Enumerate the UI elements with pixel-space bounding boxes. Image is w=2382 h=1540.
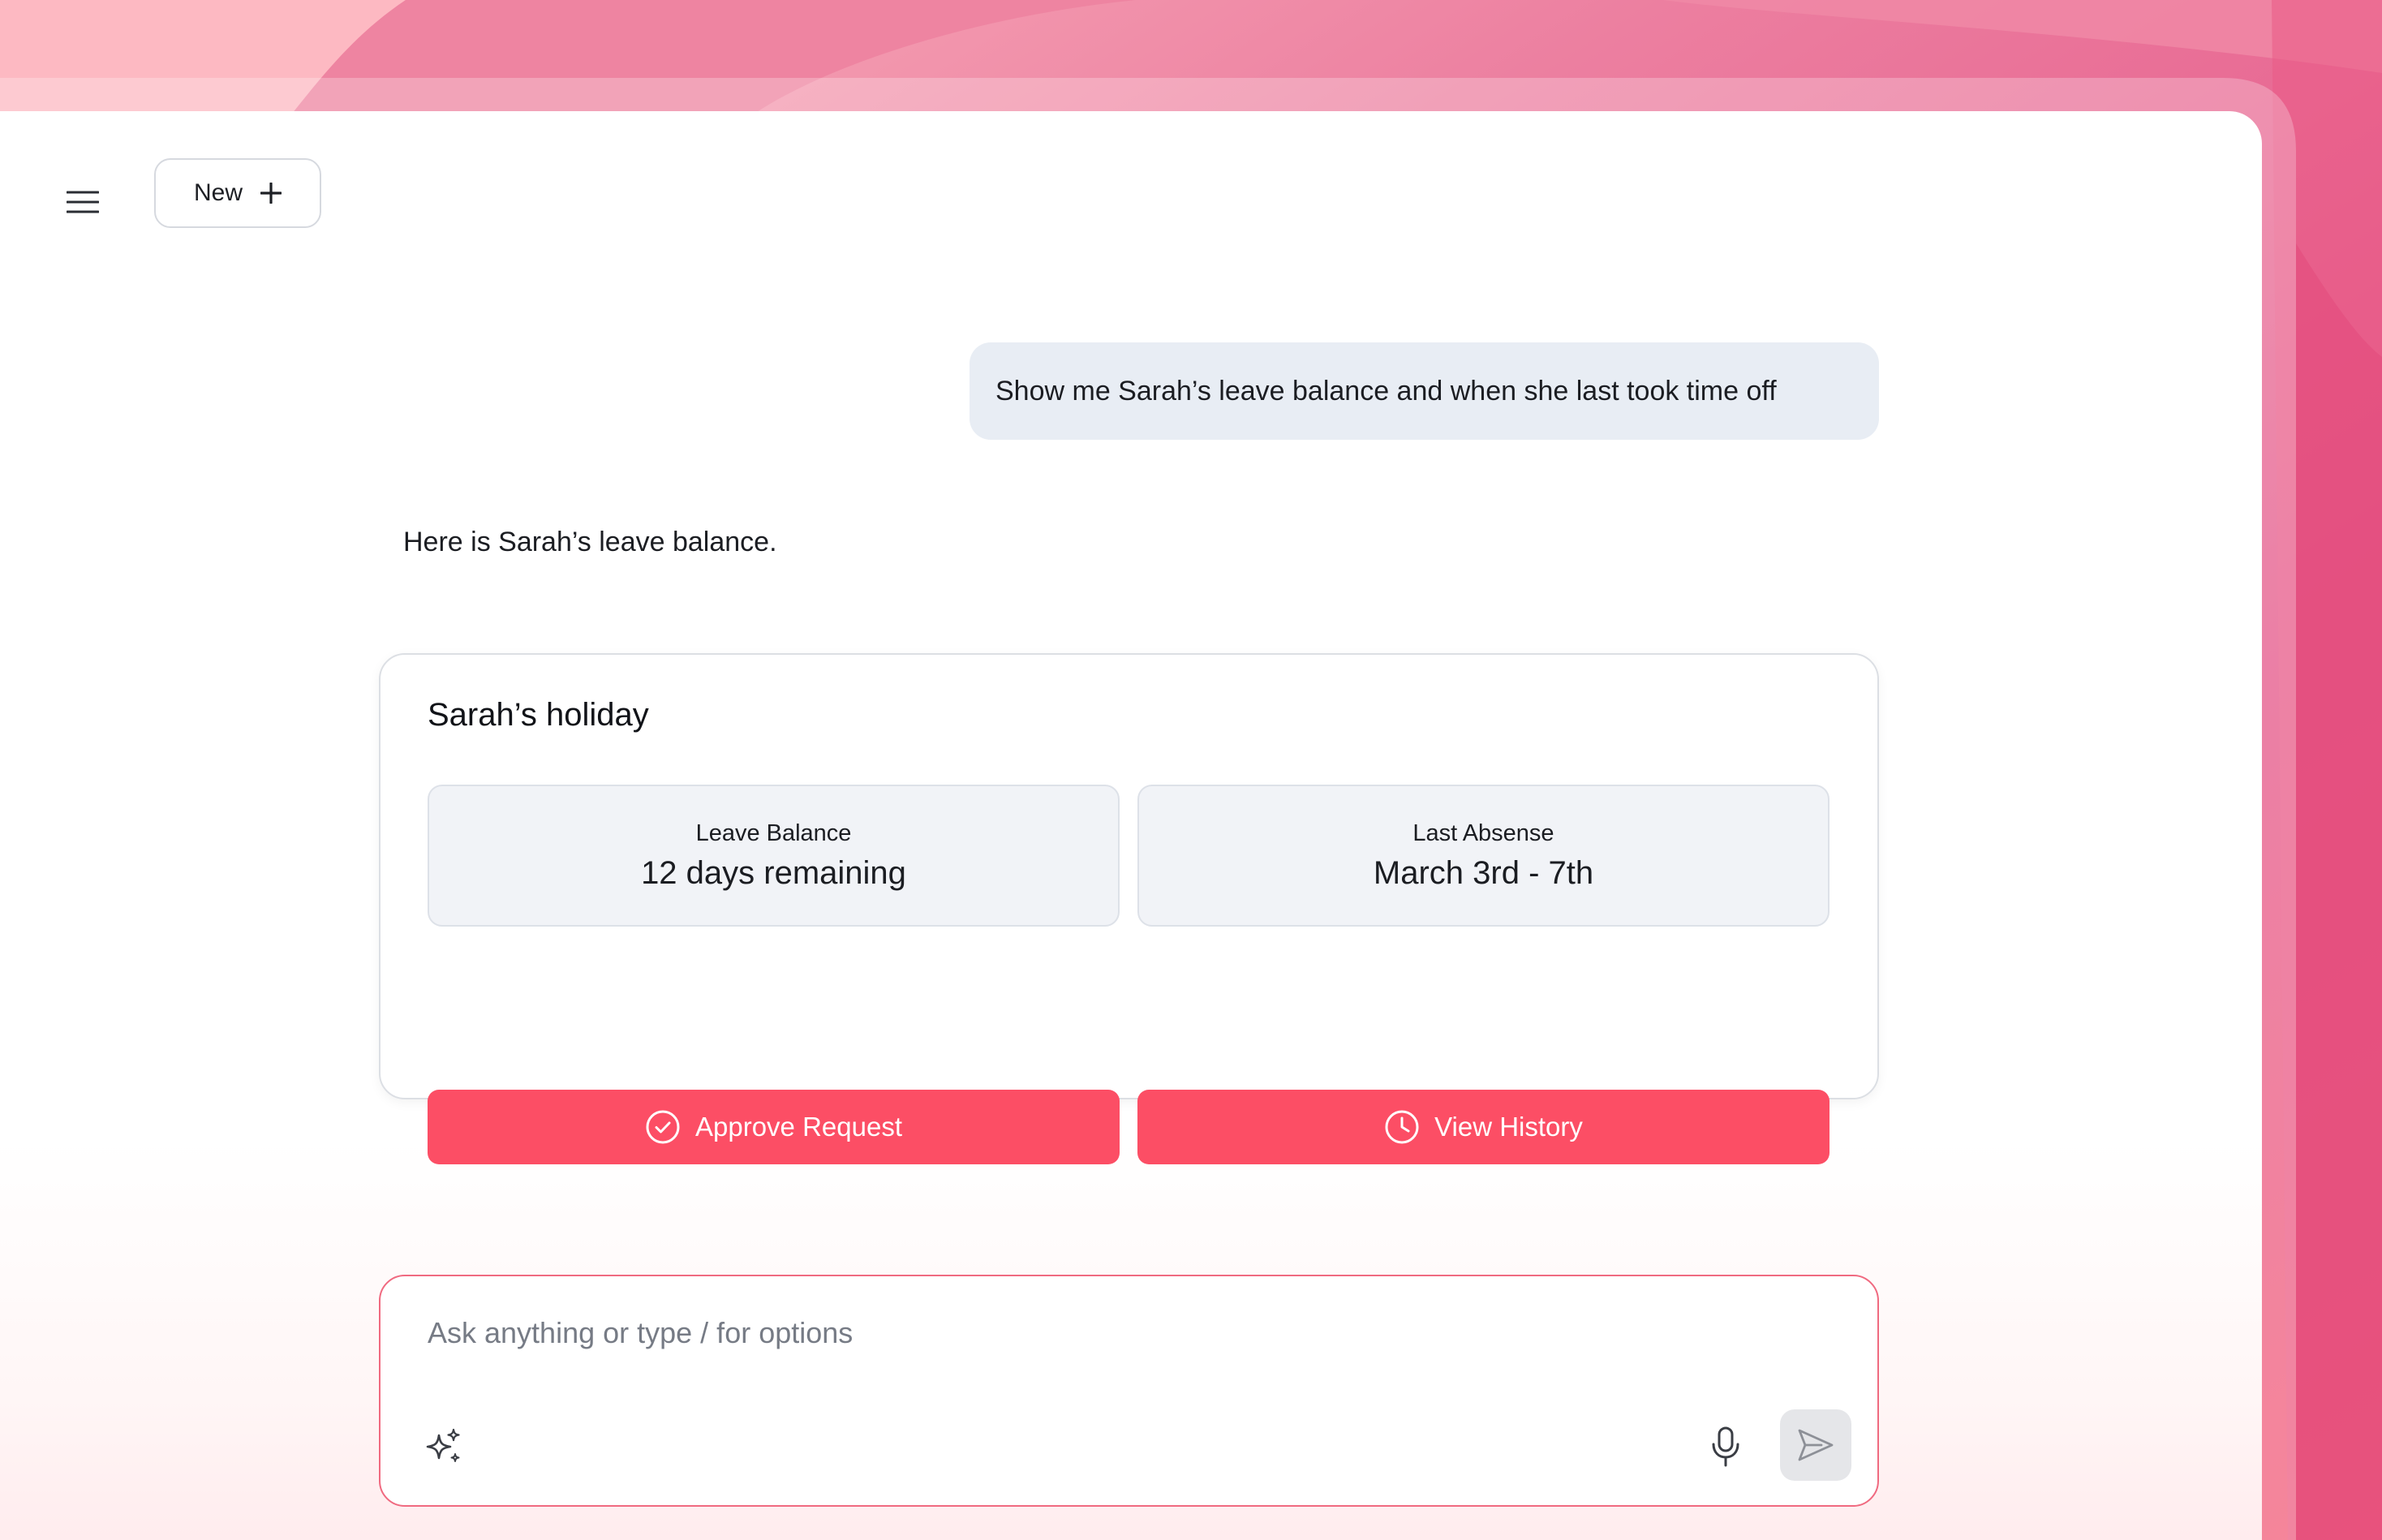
approve-request-label: Approve Request [695, 1112, 902, 1142]
message-input[interactable] [428, 1309, 1807, 1357]
holiday-card-title: Sarah’s holiday [428, 697, 649, 733]
last-absence-stat: Last Absense March 3rd - 7th [1137, 785, 1829, 927]
sparkle-icon [426, 1428, 460, 1462]
send-icon [1798, 1429, 1834, 1461]
view-history-button[interactable]: View History [1137, 1090, 1829, 1164]
view-history-label: View History [1434, 1112, 1583, 1142]
plus-icon [260, 183, 282, 204]
stat-value: March 3rd - 7th [1373, 854, 1594, 891]
stat-label: Leave Balance [695, 819, 852, 846]
assistant-message-text: Here is Sarah’s leave balance. [403, 527, 777, 557]
user-message-bubble: Show me Sarah’s leave balance and when s… [970, 342, 1879, 440]
stat-label: Last Absense [1412, 819, 1554, 846]
microphone-icon [1712, 1426, 1739, 1467]
hamburger-menu-icon [67, 191, 99, 213]
send-button[interactable] [1780, 1409, 1851, 1481]
new-button-label: New [193, 179, 243, 206]
ai-options-button[interactable] [421, 1424, 467, 1469]
check-circle-icon [646, 1110, 680, 1144]
approve-request-button[interactable]: Approve Request [428, 1090, 1120, 1164]
voice-input-button[interactable] [1703, 1424, 1748, 1469]
clock-icon [1385, 1110, 1419, 1144]
leave-balance-stat: Leave Balance 12 days remaining [428, 785, 1120, 927]
holiday-card: Sarah’s holiday Leave Balance 12 days re… [379, 653, 1879, 1164]
new-chat-button[interactable]: New [154, 158, 321, 228]
user-message-text: Show me Sarah’s leave balance and when s… [995, 375, 1777, 407]
message-composer [379, 1275, 1879, 1507]
stat-value: 12 days remaining [641, 854, 906, 891]
chat-window: New Show me Sarah’s leave balance and wh… [0, 111, 2262, 1540]
menu-button[interactable] [57, 176, 109, 228]
